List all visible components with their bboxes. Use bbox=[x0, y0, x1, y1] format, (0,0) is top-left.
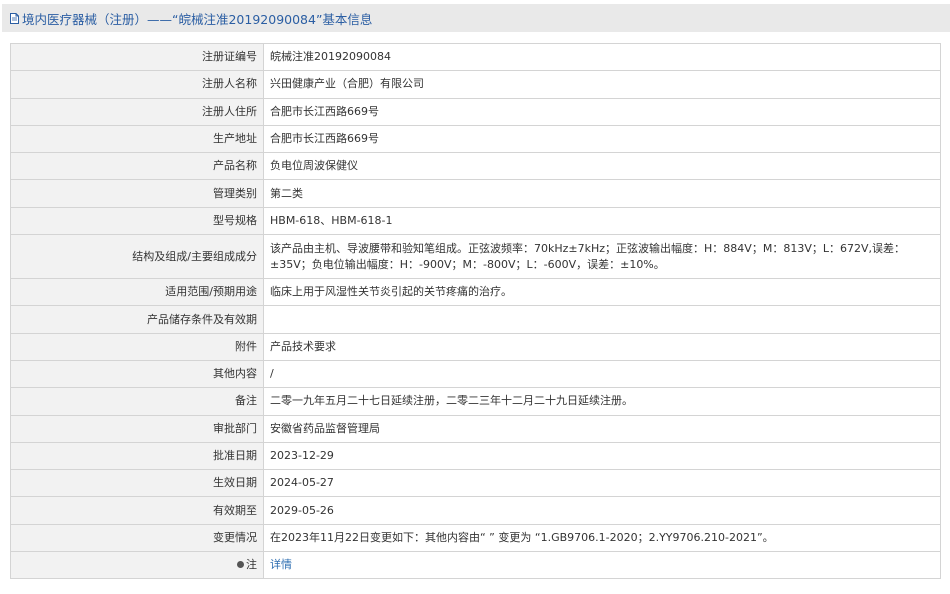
row-label: 产品储存条件及有效期 bbox=[10, 305, 264, 334]
note-label: 注 bbox=[237, 557, 257, 573]
table-row: 适用范围/预期用途 临床上用于风湿性关节炎引起的关节疼痛的治疗。 bbox=[10, 278, 941, 307]
row-value: 2024-05-27 bbox=[263, 469, 941, 498]
row-value: 2023-12-29 bbox=[263, 441, 941, 471]
document-icon bbox=[10, 12, 19, 24]
table-row: 生产地址 合肥市长江西路669号 bbox=[10, 124, 941, 154]
row-value bbox=[263, 305, 941, 334]
row-label: 批准日期 bbox=[10, 441, 264, 471]
table-row: 审批部门 安徽省药品监督管理局 bbox=[10, 414, 941, 443]
table-row: 有效期至 2029-05-26 bbox=[10, 496, 941, 525]
row-label: 管理类别 bbox=[10, 179, 264, 208]
page-title: 境内医疗器械（注册）——“皖械注准20192090084”基本信息 bbox=[22, 11, 373, 27]
table-row: 备注 二零一九年五月二十七日延续注册，二零二三年十二月二十九日延续注册。 bbox=[10, 387, 941, 416]
row-label: 生产地址 bbox=[10, 124, 264, 154]
row-value: 皖械注准20192090084 bbox=[263, 42, 941, 72]
row-value: 在2023年11月22日变更如下：其他内容由“ ” 变更为 “1.GB9706.… bbox=[263, 523, 941, 553]
note-label-text: 注 bbox=[246, 557, 257, 571]
row-label: 注册证编号 bbox=[10, 42, 264, 72]
row-label: 注册人住所 bbox=[10, 97, 264, 126]
row-value: 二零一九年五月二十七日延续注册，二零二三年十二月二十九日延续注册。 bbox=[263, 387, 941, 416]
row-label: 生效日期 bbox=[10, 469, 264, 498]
page-header: 境内医疗器械（注册）——“皖械注准20192090084”基本信息 bbox=[2, 4, 950, 32]
table-row: 附件 产品技术要求 bbox=[10, 332, 941, 361]
table-row: 管理类别 第二类 bbox=[10, 179, 941, 208]
row-label: 其他内容 bbox=[10, 359, 264, 389]
table-row: 型号规格 HBM-618、HBM-618-1 bbox=[10, 206, 941, 236]
info-table: 注册证编号 皖械注准20192090084 注册人名称 兴田健康产业（合肥）有限… bbox=[10, 42, 941, 580]
row-value: 临床上用于风湿性关节炎引起的关节疼痛的治疗。 bbox=[263, 278, 941, 307]
table-row: 变更情况 在2023年11月22日变更如下：其他内容由“ ” 变更为 “1.GB… bbox=[10, 523, 941, 553]
row-label: 型号规格 bbox=[10, 206, 264, 236]
row-value: HBM-618、HBM-618-1 bbox=[263, 206, 941, 236]
note-value-cell: 详情 bbox=[263, 551, 941, 580]
table-row: 注册证编号 皖械注准20192090084 bbox=[10, 42, 941, 72]
row-label: 变更情况 bbox=[10, 523, 264, 553]
info-table-container: 注册证编号 皖械注准20192090084 注册人名称 兴田健康产业（合肥）有限… bbox=[10, 42, 941, 580]
table-row: 产品名称 负电位周波保健仪 bbox=[10, 152, 941, 181]
row-label: 附件 bbox=[10, 332, 264, 361]
row-label: 适用范围/预期用途 bbox=[10, 278, 264, 307]
row-value: 该产品由主机、导波腰带和验知笔组成。正弦波频率：70kHz±7kHz；正弦波输出… bbox=[263, 234, 941, 280]
row-label: 备注 bbox=[10, 387, 264, 416]
note-row: 注 详情 bbox=[10, 551, 941, 580]
row-label: 有效期至 bbox=[10, 496, 264, 525]
row-label: 审批部门 bbox=[10, 414, 264, 443]
row-label: 注册人名称 bbox=[10, 70, 264, 99]
table-row: 生效日期 2024-05-27 bbox=[10, 469, 941, 498]
table-row: 注册人住所 合肥市长江西路669号 bbox=[10, 97, 941, 126]
row-value: 负电位周波保健仪 bbox=[263, 152, 941, 181]
table-row: 其他内容 / bbox=[10, 359, 941, 389]
info-dot-icon bbox=[237, 561, 244, 569]
table-row: 批准日期 2023-12-29 bbox=[10, 441, 941, 471]
details-link[interactable]: 详情 bbox=[270, 558, 292, 571]
table-row: 结构及组成/主要组成成分 该产品由主机、导波腰带和验知笔组成。正弦波频率：70k… bbox=[10, 234, 941, 280]
row-value: 产品技术要求 bbox=[263, 332, 941, 361]
row-value: 合肥市长江西路669号 bbox=[263, 124, 941, 154]
row-value: 兴田健康产业（合肥）有限公司 bbox=[263, 70, 941, 99]
row-label: 产品名称 bbox=[10, 152, 264, 181]
note-label-cell: 注 bbox=[10, 551, 264, 580]
table-row: 产品储存条件及有效期 bbox=[10, 305, 941, 334]
row-value: 第二类 bbox=[263, 179, 941, 208]
row-value: 合肥市长江西路669号 bbox=[263, 97, 941, 126]
row-label: 结构及组成/主要组成成分 bbox=[10, 234, 264, 280]
table-row: 注册人名称 兴田健康产业（合肥）有限公司 bbox=[10, 70, 941, 99]
row-value: / bbox=[263, 359, 941, 389]
row-value: 2029-05-26 bbox=[263, 496, 941, 525]
row-value: 安徽省药品监督管理局 bbox=[263, 414, 941, 443]
